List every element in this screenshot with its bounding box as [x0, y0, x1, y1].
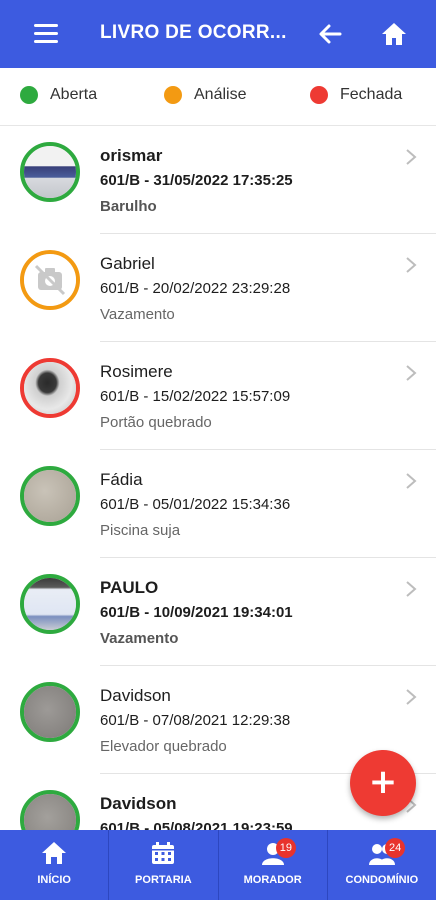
item-description: Elevador quebrado [100, 738, 227, 755]
legend-label: Aberta [50, 86, 98, 103]
status-dot-icon [310, 86, 328, 104]
tab-label: INÍCIO [37, 874, 71, 886]
notification-badge: 24 [385, 838, 406, 858]
add-occurrence-button[interactable]: + [350, 750, 416, 816]
app-bar: LIVRO DE OCORR... [0, 0, 436, 68]
item-name: Gabriel [100, 254, 155, 273]
calendar-icon [150, 841, 176, 865]
chevron-right-icon [404, 148, 418, 166]
legend-item-fechada: Fechada [310, 86, 402, 104]
item-unit-date: 601/B - 15/02/2022 15:57:09 [100, 388, 291, 405]
tab-inicio[interactable]: INÍCIO [0, 830, 110, 900]
list-item[interactable]: Rosimere 601/B - 15/02/2022 15:57:09 Por… [0, 342, 436, 450]
item-unit-date: 601/B - 20/02/2022 23:29:28 [100, 280, 291, 297]
item-unit-date: 601/B - 10/09/2021 19:34:01 [100, 604, 293, 621]
list-item[interactable]: PAULO 601/B - 10/09/2021 19:34:01 Vazame… [0, 558, 436, 666]
legend-item-analise: Análise [164, 86, 246, 104]
item-name: Davidson [100, 794, 177, 813]
item-unit-date: 601/B - 07/08/2021 12:29:38 [100, 712, 291, 729]
list-item[interactable]: Fádia 601/B - 05/01/2022 15:34:36 Piscin… [0, 450, 436, 558]
item-name: Fádia [100, 470, 143, 489]
avatar [20, 790, 80, 830]
chevron-right-icon [404, 256, 418, 274]
bottom-nav: INÍCIO PORTARIA 19 MORADOR 24 CONDOMÍNIO [0, 830, 436, 900]
avatar [20, 250, 80, 310]
list-item[interactable]: orismar 601/B - 31/05/2022 17:35:25 Baru… [0, 126, 436, 234]
home-icon[interactable] [380, 20, 408, 48]
tab-condominio[interactable]: 24 CONDOMÍNIO [328, 830, 436, 900]
plus-icon: + [368, 762, 398, 802]
item-description: Vazamento [100, 306, 175, 323]
chevron-right-icon [404, 688, 418, 706]
item-description: Piscina suja [100, 522, 181, 539]
status-legend: Aberta Análise Fechada [0, 68, 436, 126]
item-name: PAULO [100, 578, 159, 597]
home-icon [41, 841, 67, 865]
item-unit-date: 601/B - 05/01/2022 15:34:36 [100, 496, 291, 513]
item-description: Barulho [100, 198, 157, 215]
chevron-right-icon [404, 364, 418, 382]
item-unit-date: 601/B - 05/08/2021 19:23:59 [100, 820, 293, 830]
tab-label: CONDOMÍNIO [345, 874, 419, 886]
arrow-left-icon[interactable] [316, 20, 344, 48]
tab-morador[interactable]: 19 MORADOR [219, 830, 328, 900]
tab-label: MORADOR [243, 874, 302, 886]
list-item[interactable]: Gabriel 601/B - 20/02/2022 23:29:28 Vaza… [0, 234, 436, 342]
item-name: Davidson [100, 686, 171, 705]
no-photo-icon [34, 264, 66, 296]
legend-label: Fechada [340, 86, 403, 103]
legend-label: Análise [194, 86, 247, 103]
item-description: Vazamento [100, 630, 179, 647]
notification-badge: 19 [275, 838, 296, 858]
page-title: LIVRO DE OCORR... [100, 22, 287, 43]
tab-portaria[interactable]: PORTARIA [109, 830, 219, 900]
status-dot-icon [164, 86, 182, 104]
legend-item-aberta: Aberta [20, 86, 97, 104]
item-name: Rosimere [100, 362, 173, 381]
occurrence-list: orismar 601/B - 31/05/2022 17:35:25 Baru… [0, 126, 436, 830]
avatar [20, 574, 80, 634]
menu-icon[interactable] [34, 24, 58, 44]
avatar [20, 466, 80, 526]
chevron-right-icon [404, 580, 418, 598]
item-unit-date: 601/B - 31/05/2022 17:35:25 [100, 172, 293, 189]
avatar [20, 682, 80, 742]
status-dot-icon [20, 86, 38, 104]
tab-label: PORTARIA [135, 874, 192, 886]
item-name: orismar [100, 146, 163, 165]
avatar [20, 358, 80, 418]
avatar [20, 142, 80, 202]
item-description: Portão quebrado [100, 414, 212, 431]
chevron-right-icon [404, 472, 418, 490]
